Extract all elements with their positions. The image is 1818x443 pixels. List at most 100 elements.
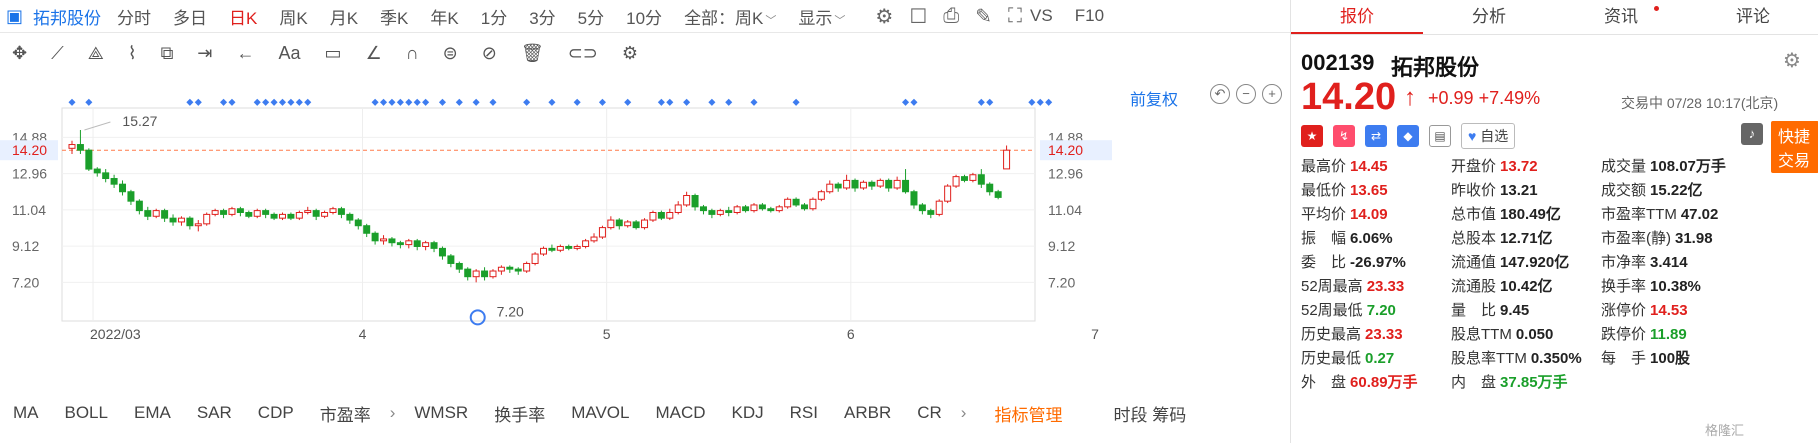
settings-icon[interactable]: ⚙ [622, 43, 638, 64]
pencil-icon[interactable]: ∠ [366, 43, 382, 64]
candle-body [801, 204, 809, 210]
chevron-right-icon[interactable]: › [961, 403, 967, 423]
quote-row: 开盘价 13.72 [1451, 155, 1582, 179]
candle-body [363, 225, 371, 234]
event-marker [977, 98, 985, 106]
period-tab-2[interactable]: 日K [229, 4, 257, 29]
quote-tab-1[interactable]: 分析 [1423, 0, 1555, 34]
candle-body [986, 183, 994, 193]
display-menu[interactable]: 显示 ﹀ [798, 4, 845, 29]
channel-tool-icon[interactable]: ⟁ [88, 43, 104, 64]
lock-icon[interactable]: ⊜ [443, 43, 458, 64]
candle-body [742, 206, 750, 212]
indicator-12[interactable]: ARBR [844, 403, 891, 423]
y-tick-right: 12.96 [1048, 166, 1083, 182]
quote-value: 11.89 [1650, 326, 1687, 343]
event-marker [422, 98, 430, 106]
gear-icon[interactable]: ⚙ [875, 4, 893, 29]
indicator-manage-button[interactable]: 指标管理 [994, 401, 1062, 426]
candle-body [649, 212, 657, 221]
period-tab-1[interactable]: 多日 [173, 4, 207, 29]
bell-icon[interactable]: ♪ [1741, 123, 1763, 145]
period-tab-5[interactable]: 季K [380, 4, 408, 29]
indicator-10[interactable]: KDJ [732, 403, 764, 423]
f10-button[interactable]: F10 [1075, 6, 1104, 26]
fullscreen-icon[interactable]: ⛶ [1008, 5, 1022, 28]
fib-tool-icon[interactable]: ⧉ [161, 43, 174, 64]
move-icon[interactable]: ✥ [12, 43, 27, 64]
period-tab-9[interactable]: 5分 [578, 4, 604, 29]
magnet-icon[interactable]: ∩ [406, 43, 419, 64]
candle-body [834, 183, 842, 189]
quote-tab-2[interactable]: 资讯 [1555, 0, 1687, 34]
notes-icon[interactable]: ▤ [1429, 125, 1451, 147]
indicator-11[interactable]: RSI [790, 403, 818, 423]
candle-body [792, 198, 800, 206]
kline-chart[interactable]: 14.88 14.8812.96 12.9611.04 11.049.12 9.127.… [0, 80, 1290, 396]
high-pointer [84, 121, 111, 131]
square-icon[interactable]: ☐ [909, 4, 927, 29]
indicator-2[interactable]: EMA [134, 403, 171, 423]
period-tab-6[interactable]: 年K [430, 4, 458, 29]
quote-tab-0[interactable]: 报价 [1291, 0, 1423, 34]
quote-label: 振 幅 [1301, 230, 1347, 247]
arrow-tool-icon[interactable]: ← [237, 43, 255, 64]
quote-value: 9.45 [1500, 302, 1530, 319]
hide-icon[interactable]: ⊘ [482, 43, 497, 64]
candle-body [843, 179, 851, 189]
vs-button[interactable]: VS [1030, 6, 1053, 26]
indicator-0[interactable]: MA [13, 403, 39, 423]
trash-icon[interactable]: 🗑 [521, 43, 544, 64]
tag-icon[interactable]: ◆ [1397, 125, 1419, 147]
event-marker [371, 98, 379, 106]
comment-tool-icon[interactable]: ▭ [325, 43, 342, 64]
indicator-8[interactable]: MAVOL [571, 403, 629, 423]
range-tool-icon[interactable]: ⇥ [197, 43, 212, 64]
indicator-3[interactable]: SAR [197, 403, 232, 423]
candle-body [262, 210, 270, 215]
indicator-1[interactable]: BOLL [65, 403, 108, 423]
all-period-select[interactable]: 全部：周K ﹀ [684, 4, 776, 29]
candle-body [910, 191, 918, 206]
event-marker [270, 98, 278, 106]
quick-trade-button[interactable]: 快捷交易 [1771, 121, 1818, 173]
indicator-6[interactable]: WMSR [414, 403, 468, 423]
indicator-13[interactable]: CR [917, 403, 942, 423]
candle-body [868, 181, 876, 187]
period-tab-8[interactable]: 3分 [529, 4, 555, 29]
period-tab-3[interactable]: 周K [279, 4, 307, 29]
indicator-4[interactable]: CDP [258, 403, 294, 423]
period-tab-10[interactable]: 10分 [626, 4, 662, 29]
margin-icon[interactable]: ↯ [1333, 125, 1355, 147]
chevron-right-icon[interactable]: › [390, 403, 396, 423]
period-tab-4[interactable]: 月K [330, 4, 358, 29]
quote-tab-label: 报价 [1340, 7, 1374, 26]
link-icon[interactable]: ⊂⊃ [568, 43, 598, 64]
quote-row: 历史最低 0.27 [1301, 347, 1418, 371]
indicator-9[interactable]: MACD [655, 403, 705, 423]
period-tab-0[interactable]: 分时 [117, 4, 151, 29]
line-tool-icon[interactable]: ⟋ [51, 43, 64, 64]
x-tick-label: 7 [1091, 326, 1099, 342]
y-tick-right: 7.20 [1048, 274, 1075, 290]
period-tab-7[interactable]: 1分 [481, 4, 507, 29]
settings-icon[interactable]: ⚙ [1783, 48, 1801, 73]
quote-tab-label: 分析 [1472, 7, 1506, 26]
time-chip-tabs[interactable]: 时段 筹码 [1113, 401, 1186, 426]
quote-label: 52周最高 [1301, 278, 1363, 295]
add-watchlist-button[interactable]: ♥ 自选 [1461, 123, 1516, 149]
text-tool-icon[interactable]: Aa [279, 43, 301, 64]
pen-icon[interactable]: ✎ [975, 4, 992, 29]
quote-tab-3[interactable]: 评论 [1687, 0, 1818, 34]
shuffle-icon[interactable]: ⇄ [1365, 125, 1387, 147]
camera-icon[interactable]: ⎙ [943, 5, 959, 28]
indicator-5[interactable]: 市盈率 [320, 401, 371, 426]
quote-row: 外 盘 60.89万手 [1301, 371, 1418, 395]
quote-value: 13.72 [1500, 158, 1538, 175]
candle-body [253, 210, 261, 217]
quote-value: 12.71亿 [1500, 230, 1553, 247]
event-marker [750, 98, 758, 106]
wave-tool-icon[interactable]: ⌇ [128, 43, 137, 64]
indicator-7[interactable]: 换手率 [494, 401, 545, 426]
quote-label: 历史最高 [1301, 326, 1362, 343]
